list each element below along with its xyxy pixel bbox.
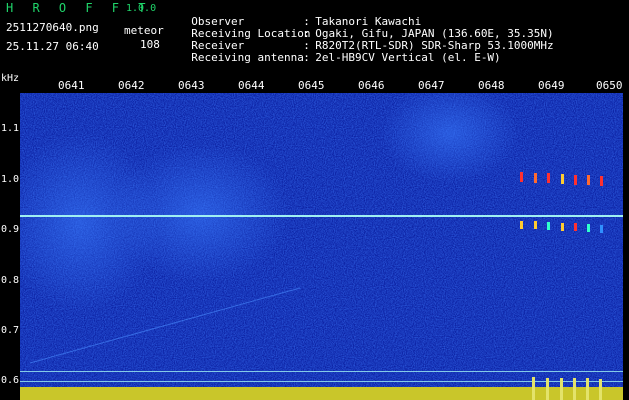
minute-tick: 0645 <box>298 79 325 92</box>
freq-tick: 0.9 <box>1 224 20 235</box>
minute-tick: 0646 <box>358 79 385 92</box>
frequency-unit: kHz <box>1 73 20 84</box>
info-value: 2el-HB9CV Vertical (el. E-W) <box>315 51 501 64</box>
minute-tick: 0641 <box>58 79 85 92</box>
minute-tick: 0650 <box>596 79 623 92</box>
info-antenna: Receiving antenna: 2el-HB9CV Vertical (el… <box>178 40 501 64</box>
waterfall-image <box>20 93 623 400</box>
image-filename: 2511270640.png <box>6 21 99 34</box>
detection-count: 108 <box>140 38 160 51</box>
lower-line-1 <box>20 371 623 372</box>
detection-type: meteor <box>124 24 164 37</box>
spectrogram-plot: 0641 0642 0643 0644 0645 0646 0647 0648 … <box>20 79 623 400</box>
minute-tick: 0644 <box>238 79 265 92</box>
freq-tick: 0.7 <box>1 325 20 336</box>
freq-tick: 1.0 <box>1 174 20 185</box>
freq-tick: 0.8 <box>1 275 20 286</box>
info-label: Receiving antenna <box>191 51 304 64</box>
info-sep: : <box>303 51 310 64</box>
app-version: 1.0.0 <box>126 3 157 14</box>
minute-tick: 0647 <box>418 79 445 92</box>
minute-tick: 0648 <box>478 79 505 92</box>
minute-tick: 0642 <box>118 79 145 92</box>
freq-tick: 0.6 <box>1 375 20 386</box>
minute-tick: 0649 <box>538 79 565 92</box>
carrier-line <box>20 215 623 217</box>
freq-tick: 1.1 <box>1 123 20 134</box>
noise-band-mid <box>110 143 290 283</box>
capture-timestamp: 25.11.27 06:40 <box>6 40 99 53</box>
minute-tick: 0643 <box>178 79 205 92</box>
